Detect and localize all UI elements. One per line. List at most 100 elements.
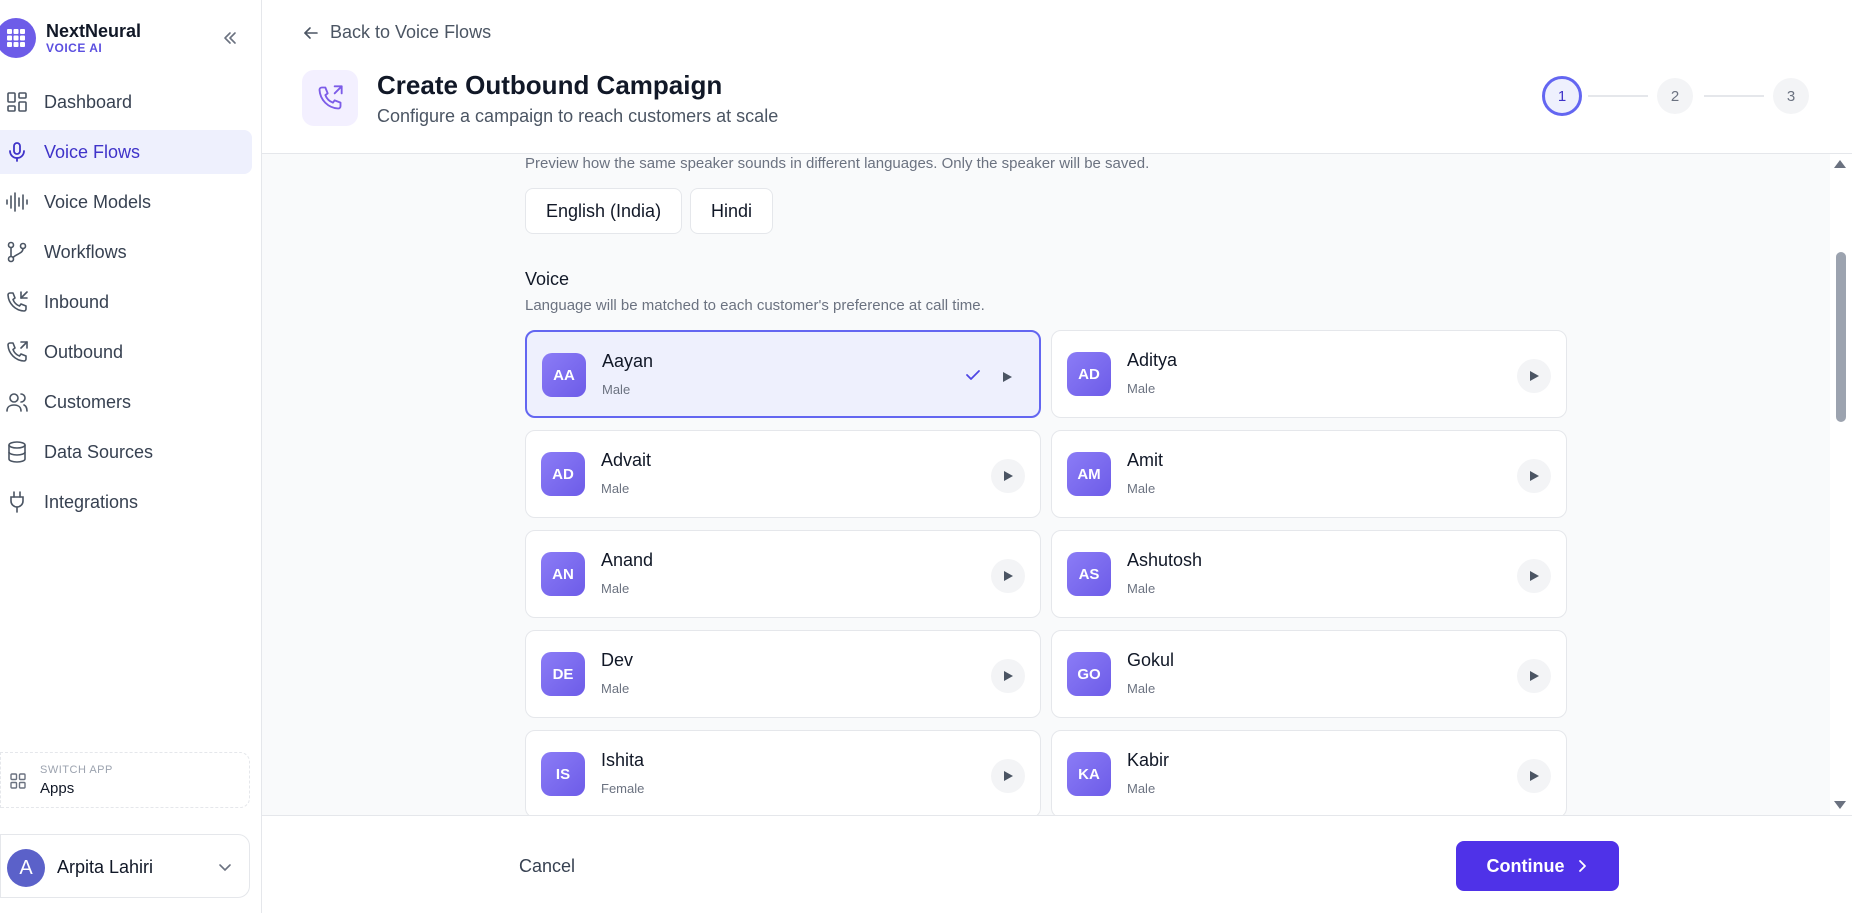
- voice-card-anand[interactable]: AN Anand Male: [525, 530, 1041, 618]
- sidebar-item-integrations[interactable]: Integrations: [0, 480, 252, 524]
- scroll-up-arrow-icon[interactable]: [1834, 160, 1846, 168]
- voice-card-gokul[interactable]: GO Gokul Male: [1051, 630, 1567, 718]
- waveform-icon: [6, 192, 28, 212]
- language-option-english-india[interactable]: English (India): [525, 188, 683, 234]
- play-icon[interactable]: [1517, 559, 1551, 593]
- sidebar-item-outbound[interactable]: Outbound: [0, 330, 252, 374]
- voice-card-aditya[interactable]: AD Aditya Male: [1051, 330, 1567, 418]
- voice-gender: Male: [601, 681, 630, 696]
- play-icon[interactable]: [991, 659, 1025, 693]
- sidebar-item-label: Data Sources: [44, 441, 154, 462]
- voice-avatar: AD: [1067, 352, 1111, 396]
- page-title: Create Outbound Campaign: [377, 70, 723, 100]
- voice-gender: Male: [602, 382, 631, 397]
- voice-section-hint: Language will be matched to each custome…: [525, 297, 985, 314]
- page-footer: Cancel Continue: [262, 815, 1852, 913]
- voice-gender: Male: [1127, 581, 1156, 596]
- voice-card-aayan[interactable]: AA Aayan Male: [525, 330, 1041, 418]
- sidebar-item-label: Dashboard: [44, 91, 133, 112]
- back-link[interactable]: Back to Voice Flows: [302, 22, 491, 43]
- voice-name: Kabir: [1127, 750, 1170, 770]
- play-icon[interactable]: [990, 360, 1024, 394]
- step-1: 1: [1542, 76, 1582, 116]
- voice-name: Dev: [601, 650, 634, 670]
- voice-name: Ishita: [601, 750, 645, 770]
- voice-avatar: IS: [541, 752, 585, 796]
- voice-name: Gokul: [1127, 650, 1175, 670]
- dashboard-icon: [7, 92, 27, 112]
- voice-gender: Male: [1127, 681, 1156, 696]
- brand: NextNeural VOICE AI: [0, 18, 262, 58]
- voice-name: Aayan: [602, 351, 654, 371]
- play-icon[interactable]: [991, 759, 1025, 793]
- chevron-down-icon: [219, 864, 231, 872]
- play-icon[interactable]: [1517, 359, 1551, 393]
- play-icon[interactable]: [991, 459, 1025, 493]
- voice-name: Aditya: [1127, 350, 1178, 370]
- sidebar-item-data-sources[interactable]: Data Sources: [0, 430, 252, 474]
- cancel-button[interactable]: Cancel: [519, 856, 575, 877]
- phone-outgoing-icon: [302, 70, 358, 126]
- play-icon[interactable]: [1517, 659, 1551, 693]
- apps-grid-icon: [10, 773, 26, 789]
- voice-gender: Male: [601, 481, 630, 496]
- voice-avatar: AD: [541, 452, 585, 496]
- voice-card-ashutosh[interactable]: AS Ashutosh Male: [1051, 530, 1567, 618]
- play-icon[interactable]: [1517, 759, 1551, 793]
- switch-app-button[interactable]: SWITCH APP Apps: [0, 752, 250, 808]
- sidebar-item-label: Voice Models: [44, 191, 152, 212]
- voice-card-ishita[interactable]: IS Ishita Female: [525, 730, 1041, 815]
- grid-logo-icon: [0, 18, 36, 58]
- check-icon: [966, 370, 980, 380]
- scrollbar[interactable]: [1830, 154, 1852, 815]
- step-connector: [1704, 95, 1764, 97]
- continue-button-label: Continue: [1486, 855, 1565, 876]
- voice-avatar: GO: [1067, 652, 1111, 696]
- scrollbar-thumb[interactable]: [1836, 252, 1846, 422]
- sidebar-item-label: Voice Flows: [44, 141, 141, 162]
- sidebar-item-dashboard[interactable]: Dashboard: [0, 80, 252, 124]
- arrow-left-icon: [304, 26, 318, 39]
- continue-button[interactable]: Continue: [1456, 841, 1619, 891]
- brand-subtitle: VOICE AI: [46, 41, 103, 55]
- sidebar-item-customers[interactable]: Customers: [0, 380, 252, 424]
- main-content: Preview how the same speaker sounds in d…: [262, 154, 1852, 815]
- avatar: A: [7, 849, 45, 887]
- language-preview-hint: Preview how the same speaker sounds in d…: [525, 155, 1150, 172]
- microphone-icon: [9, 142, 25, 162]
- voice-name: Anand: [601, 550, 654, 570]
- phone-outgoing-icon: [7, 341, 28, 362]
- scroll-down-arrow-icon[interactable]: [1834, 801, 1846, 809]
- voice-name: Amit: [1127, 450, 1163, 470]
- play-icon[interactable]: [991, 559, 1025, 593]
- voice-gender: Male: [601, 581, 630, 596]
- voice-card-kabir[interactable]: KA Kabir Male: [1051, 730, 1567, 815]
- voice-card-advait[interactable]: AD Advait Male: [525, 430, 1041, 518]
- voice-card-amit[interactable]: AM Amit Male: [1051, 430, 1567, 518]
- voice-avatar: AN: [541, 552, 585, 596]
- sidebar-nav: Dashboard Voice Flows Voice Models Workf…: [0, 80, 262, 530]
- step-2: 2: [1657, 78, 1693, 114]
- language-option-hindi[interactable]: Hindi: [690, 188, 774, 234]
- voice-avatar: KA: [1067, 752, 1111, 796]
- step-3: 3: [1773, 78, 1809, 114]
- sidebar-item-workflows[interactable]: Workflows: [0, 230, 252, 274]
- sidebar-item-voice-flows[interactable]: Voice Flows: [0, 130, 252, 174]
- sidebar-item-voice-models[interactable]: Voice Models: [0, 180, 252, 224]
- voice-name: Ashutosh: [1127, 550, 1203, 570]
- voice-gender: Male: [1127, 781, 1156, 796]
- sidebar-item-inbound[interactable]: Inbound: [0, 280, 252, 324]
- play-icon[interactable]: [1517, 459, 1551, 493]
- step-connector: [1588, 95, 1648, 97]
- voice-card-dev[interactable]: DE Dev Male: [525, 630, 1041, 718]
- voice-avatar: AM: [1067, 452, 1111, 496]
- collapse-sidebar-icon[interactable]: [218, 26, 242, 50]
- page-header: Back to Voice Flows Create Outbound Camp…: [262, 0, 1852, 154]
- voice-gender: Male: [1127, 481, 1156, 496]
- voice-name: Advait: [601, 450, 652, 470]
- database-icon: [8, 441, 26, 463]
- voice-section-title: Voice: [525, 269, 570, 289]
- users-icon: [6, 393, 28, 412]
- user-menu[interactable]: A Arpita Lahiri: [0, 834, 250, 898]
- sidebar-item-label: Inbound: [44, 291, 110, 312]
